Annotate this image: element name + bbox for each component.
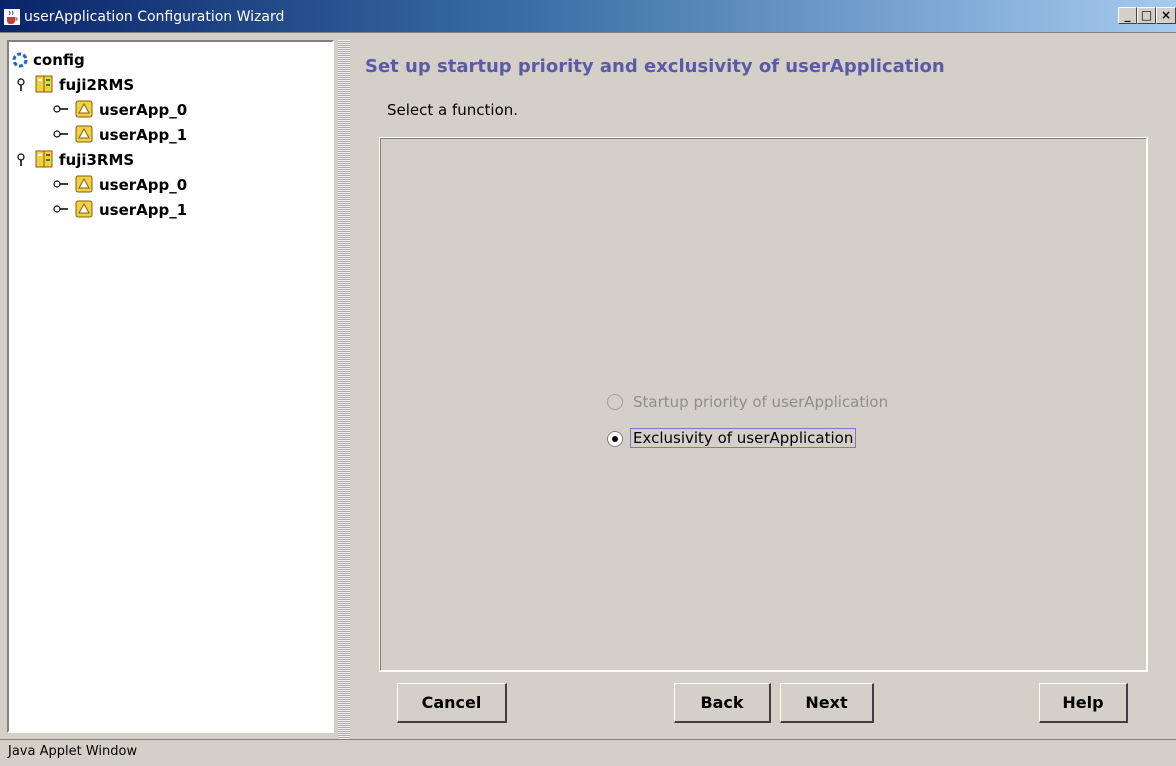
radio-label: Startup priority of userApplication: [633, 393, 889, 411]
window-title: userApplication Configuration Wizard: [24, 9, 285, 25]
status-text: Java Applet Window: [8, 744, 138, 759]
close-button[interactable]: ×: [1156, 7, 1176, 24]
title-bar: userApplication Configuration Wizard _ □…: [0, 0, 1176, 33]
radio-button[interactable]: [607, 431, 623, 447]
help-button[interactable]: Help: [1039, 683, 1128, 723]
pane-splitter[interactable]: [338, 40, 350, 740]
expanded-handle-icon[interactable]: [15, 78, 27, 92]
collapsed-handle-icon[interactable]: [53, 204, 69, 214]
collapsed-handle-icon[interactable]: [53, 104, 69, 114]
tree-label: fuji3RMS: [59, 151, 135, 169]
cancel-button[interactable]: Cancel: [397, 683, 507, 723]
userapp-icon: [75, 175, 93, 193]
radio-label[interactable]: Exclusivity of userApplication: [629, 428, 857, 448]
page-title: Set up startup priority and exclusivity …: [365, 56, 945, 77]
collapsed-handle-icon[interactable]: [53, 179, 69, 189]
maximize-button[interactable]: □: [1137, 7, 1156, 24]
status-bar: Java Applet Window: [0, 739, 1176, 766]
tree-label: userApp_0: [99, 176, 188, 194]
minimize-button[interactable]: _: [1118, 7, 1137, 24]
radio-selected-dot: [612, 436, 618, 442]
tree-label: config: [33, 51, 85, 69]
expanded-handle-icon[interactable]: [15, 153, 27, 167]
collapsed-handle-icon[interactable]: [53, 129, 69, 139]
userapp-icon: [75, 200, 93, 218]
radio-button: [607, 394, 623, 410]
next-button[interactable]: Next: [780, 683, 874, 723]
node-icon: [35, 75, 53, 93]
tree-label: userApp_1: [99, 201, 188, 219]
config-tree[interactable]: config fuji2RMS userApp_0 userApp_1 fuji…: [7, 40, 334, 733]
config-icon: [12, 52, 28, 68]
tree-label: fuji2RMS: [59, 76, 135, 94]
tree-label: userApp_1: [99, 126, 188, 144]
tree-label: userApp_0: [99, 101, 188, 119]
userapp-icon: [75, 100, 93, 118]
back-button[interactable]: Back: [674, 683, 771, 723]
java-coffee-icon: [4, 9, 20, 25]
instruction-text: Select a function.: [387, 101, 519, 119]
function-selection-panel: Startup priority of userApplication Excl…: [379, 137, 1148, 672]
userapp-icon: [75, 125, 93, 143]
node-icon: [35, 150, 53, 168]
